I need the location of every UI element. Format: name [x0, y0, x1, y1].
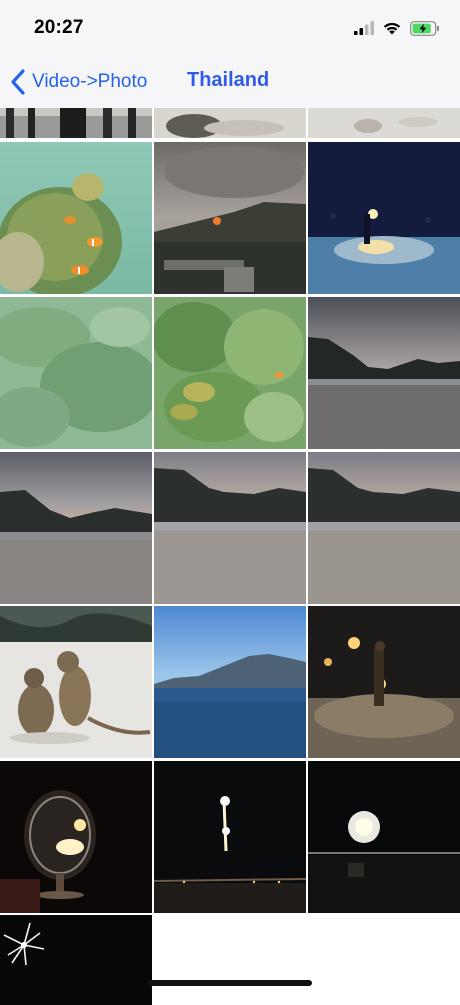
photo-thumbnail[interactable] [0, 297, 152, 449]
photo-thumbnail[interactable] [0, 142, 152, 294]
navigation-bar: Video->Photo Thailand [0, 56, 460, 108]
status-icons [354, 18, 440, 38]
photo-thumbnail[interactable] [0, 606, 152, 758]
home-indicator[interactable] [148, 980, 312, 986]
chevron-left-icon [11, 69, 25, 95]
back-button-label: Video->Photo [32, 71, 148, 92]
photo-thumbnail[interactable] [0, 915, 152, 1005]
photo-thumbnail[interactable] [154, 761, 306, 913]
photo-thumbnail[interactable] [308, 761, 460, 913]
wifi-icon [383, 22, 401, 35]
status-bar: 20:27 [0, 0, 460, 56]
photo-thumbnail[interactable] [308, 606, 460, 758]
back-button[interactable]: Video->Photo [10, 67, 147, 97]
photo-thumbnail[interactable] [0, 452, 152, 604]
battery-charging-icon [410, 20, 439, 36]
photo-thumbnail[interactable] [154, 297, 306, 449]
status-time: 20:27 [34, 17, 84, 38]
page-title: Thailand [187, 69, 270, 91]
photo-thumbnail[interactable] [154, 142, 306, 294]
photo-thumbnail[interactable] [0, 761, 152, 913]
photo-thumbnail[interactable] [308, 142, 460, 294]
photo-thumbnail[interactable] [154, 452, 306, 604]
cellular-signal-icon [354, 21, 374, 35]
photo-thumbnail[interactable] [154, 606, 306, 758]
photo-thumbnail[interactable] [308, 297, 460, 449]
photo-thumbnail[interactable] [308, 452, 460, 604]
